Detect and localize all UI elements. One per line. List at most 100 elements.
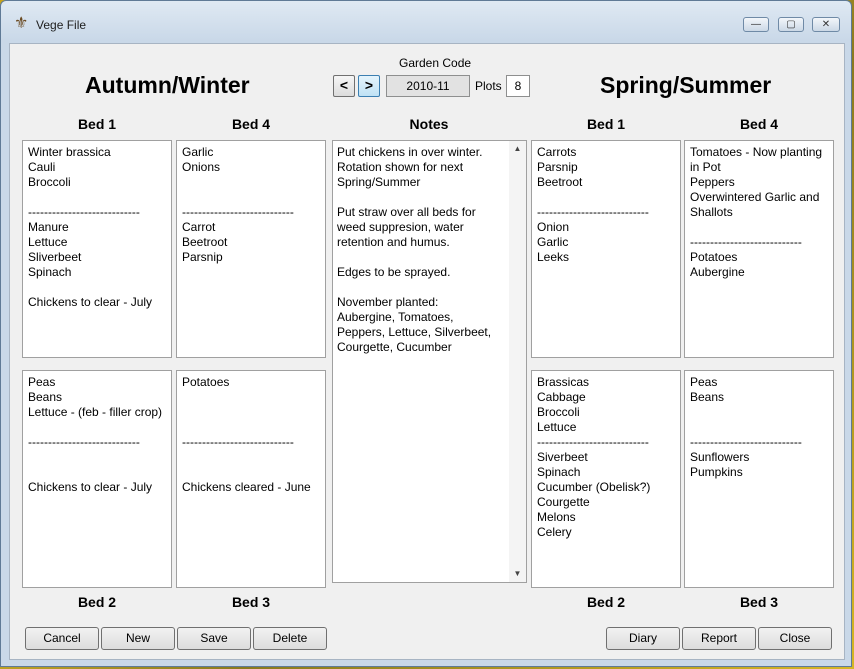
minimize-button[interactable]: —	[743, 17, 769, 32]
aw-bed4-textarea[interactable]: Garlic Onions --------------------------…	[176, 140, 326, 358]
text-line: ----------------------------	[182, 435, 294, 449]
text-line: Parsnip	[537, 160, 578, 174]
text-line: Broccoli	[537, 405, 580, 419]
text-line	[537, 190, 675, 205]
text-line: Carrot	[182, 220, 216, 234]
text-line	[28, 190, 166, 205]
text-line	[182, 465, 320, 480]
cancel-button[interactable]: Cancel	[25, 627, 99, 650]
ss-bed4-textarea[interactable]: Tomatoes - Now planting in Pot Peppers O…	[684, 140, 834, 358]
text-line	[182, 450, 320, 465]
text-line: ----------------------------	[28, 435, 140, 449]
diary-button[interactable]: Diary	[606, 627, 680, 650]
text-line: Peas	[690, 375, 718, 389]
text-line: Put chickens in over winter.	[337, 145, 483, 159]
garden-code-field[interactable]: 2010-11	[386, 75, 470, 97]
maximize-button[interactable]: ▢	[778, 17, 804, 32]
text-line: Potatoes	[182, 375, 230, 389]
garden-code-label: Garden Code	[399, 56, 472, 70]
next-button[interactable]: >	[358, 75, 380, 97]
text-line	[337, 190, 506, 205]
aw-bed2-textarea[interactable]: Peas Beans Lettuce - (feb - filler crop)…	[22, 370, 172, 588]
text-line: Chickens to clear - July	[28, 480, 153, 494]
text-line: Aubergine	[690, 265, 745, 279]
text-line: November planted:	[337, 295, 439, 309]
text-line	[28, 450, 166, 465]
text-line: weed suppresion, water	[337, 220, 464, 234]
text-line	[337, 250, 506, 265]
notes-textarea[interactable]: Put chickens in over winter. Rotation sh…	[332, 140, 527, 583]
delete-button[interactable]: Delete	[253, 627, 327, 650]
text-line: Potatoes	[690, 250, 738, 264]
aw-bed3-label: Bed 3	[231, 594, 271, 610]
ss-bed1-textarea[interactable]: Carrots Parsnip Beetroot ---------------…	[531, 140, 681, 358]
text-line	[182, 390, 320, 405]
text-line: Lettuce	[28, 235, 68, 249]
close-button[interactable]: Close	[758, 627, 832, 650]
text-line: Edges to be sprayed.	[337, 265, 451, 279]
text-line: Chickens cleared - June	[182, 480, 311, 494]
text-line: Peppers, Lettuce, Silverbeet,	[337, 325, 492, 339]
text-line	[182, 405, 320, 420]
text-line: retention and humus.	[337, 235, 450, 249]
text-line: Lettuce	[537, 420, 577, 434]
text-line: Rotation shown for next	[337, 160, 464, 174]
plots-field[interactable]: 8	[506, 75, 530, 97]
text-line: Winter brassica	[28, 145, 111, 159]
text-line: Broccoli	[28, 175, 71, 189]
text-line: Beans	[690, 390, 725, 404]
ss-bed4-label: Bed 4	[739, 116, 779, 132]
aw-bed3-textarea[interactable]: Potatoes ---------------------------- Ch…	[176, 370, 326, 588]
text-line: Cauli	[28, 160, 56, 174]
text-line: Shallots	[690, 205, 733, 219]
text-line	[182, 175, 320, 190]
aw-bed4-label: Bed 4	[231, 116, 271, 132]
text-line: ----------------------------	[690, 435, 802, 449]
ss-bed3-label: Bed 3	[739, 594, 779, 610]
text-line: Cabbage	[537, 390, 586, 404]
text-line: Melons	[537, 510, 576, 524]
text-line: Parsnip	[182, 250, 223, 264]
aw-bed1-label: Bed 1	[77, 116, 117, 132]
ss-bed1-label: Bed 1	[586, 116, 626, 132]
previous-button[interactable]: <	[333, 75, 355, 97]
notes-scrollbar[interactable]: ▲ ▼	[509, 141, 526, 582]
text-line	[28, 465, 166, 480]
text-line	[690, 420, 828, 435]
text-line	[690, 405, 828, 420]
aw-bed1-textarea[interactable]: Winter brassica Cauli Broccoli ---------…	[22, 140, 172, 358]
save-button[interactable]: Save	[177, 627, 251, 650]
scroll-up-icon[interactable]: ▲	[509, 142, 526, 156]
text-line: Aubergine, Tomatoes,	[337, 310, 454, 324]
text-line: Garlic	[182, 145, 214, 159]
text-line: Peas	[28, 375, 56, 389]
scroll-down-icon[interactable]: ▼	[509, 567, 526, 581]
report-button[interactable]: Report	[682, 627, 756, 650]
text-line: ----------------------------	[537, 205, 649, 219]
text-line	[690, 220, 828, 235]
text-line: Pumpkins	[690, 465, 743, 479]
text-line: Spring/Summer	[337, 175, 421, 189]
ss-bed2-textarea[interactable]: Brassicas Cabbage Broccoli Lettuce -----…	[531, 370, 681, 588]
autumn-winter-heading: Autumn/Winter	[85, 72, 250, 98]
text-line	[182, 420, 320, 435]
ss-bed3-textarea[interactable]: Peas Beans ---------------------------- …	[684, 370, 834, 588]
text-line	[337, 280, 506, 295]
new-button[interactable]: New	[101, 627, 175, 650]
text-line: Manure	[28, 220, 69, 234]
text-line: Onion	[537, 220, 570, 234]
text-line: Lettuce - (feb - filler crop)	[28, 405, 163, 419]
ss-bed2-label: Bed 2	[586, 594, 626, 610]
text-line: Cucumber (Obelisk?)	[537, 480, 651, 494]
notes-label: Notes	[409, 116, 449, 132]
text-line: Siverbeet	[537, 450, 588, 464]
text-line: Peppers	[690, 175, 735, 189]
text-line: Leeks	[537, 250, 570, 264]
app-window: ⚜ Vege File — ▢ ✕ Autumn/Winter Spring/S…	[0, 0, 852, 667]
text-line: Chickens to clear - July	[28, 295, 153, 309]
text-line: ----------------------------	[28, 205, 140, 219]
text-line: Tomatoes - Now planting	[690, 145, 823, 159]
title-bar: ⚜ Vege File — ▢ ✕	[1, 1, 851, 37]
close-window-button[interactable]: ✕	[812, 17, 840, 32]
text-line: Sliverbeet	[28, 250, 82, 264]
